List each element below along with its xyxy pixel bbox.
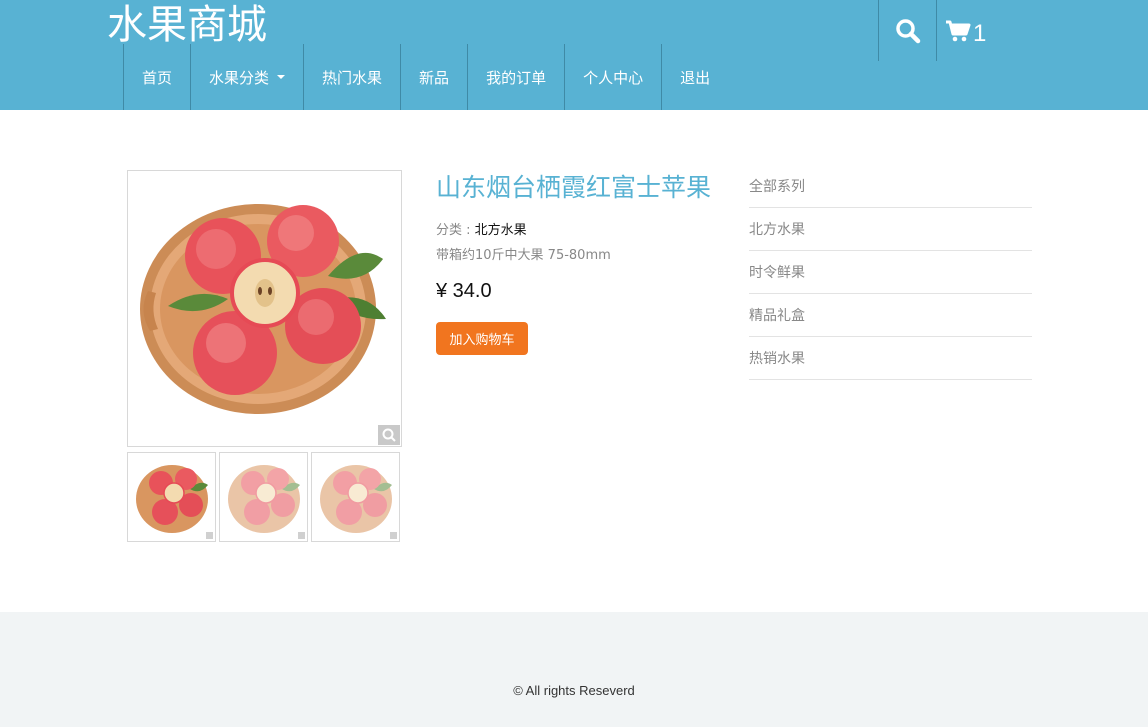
search-button[interactable] bbox=[878, 0, 936, 61]
thumbnail-strip bbox=[127, 452, 400, 542]
site-footer: © All rights Reseverd bbox=[0, 612, 1148, 727]
product-category: 分类 : 北方水果 bbox=[436, 219, 527, 238]
cart-icon bbox=[946, 20, 971, 41]
zoom-icon bbox=[382, 428, 396, 442]
nav-item-label: 新品 bbox=[419, 68, 450, 87]
site-header: 水果商城 1 首页 水果分类 热门水果 新品 我的订单 个人中心 退出 bbox=[0, 0, 1148, 110]
product-price: ¥ 34.0 bbox=[436, 280, 492, 302]
product-title: 山东烟台栖霞红富士苹果 bbox=[436, 173, 712, 202]
nav-item-profile[interactable]: 个人中心 bbox=[564, 44, 661, 110]
category-label: 分类 : bbox=[436, 223, 475, 238]
thumbnail-badge bbox=[206, 532, 213, 539]
add-to-cart-button[interactable]: 加入购物车 bbox=[436, 322, 528, 355]
nav-item-label: 个人中心 bbox=[583, 68, 644, 87]
header-icons: 1 bbox=[878, 0, 996, 61]
sidebar-item-all[interactable]: 全部系列 bbox=[749, 165, 1032, 208]
zoom-button[interactable] bbox=[378, 425, 400, 445]
thumbnail-3[interactable] bbox=[311, 452, 400, 542]
sidebar-item-best-selling[interactable]: 热销水果 bbox=[749, 337, 1032, 380]
nav-item-label: 首页 bbox=[142, 68, 173, 87]
sidebar-item-gift-box[interactable]: 精品礼盒 bbox=[749, 294, 1032, 337]
nav-item-categories[interactable]: 水果分类 bbox=[190, 44, 303, 110]
nav-item-label: 我的订单 bbox=[486, 68, 547, 87]
thumbnail-2[interactable] bbox=[219, 452, 308, 542]
thumbnail-1[interactable] bbox=[127, 452, 216, 542]
apple-thumbnail-image bbox=[320, 465, 392, 533]
cart-button[interactable]: 1 bbox=[936, 0, 996, 61]
cart-count: 1 bbox=[973, 19, 987, 47]
main-nav: 首页 水果分类 热门水果 新品 我的订单 个人中心 退出 bbox=[123, 44, 728, 110]
nav-item-new[interactable]: 新品 bbox=[400, 44, 467, 110]
category-sidebar: 全部系列 北方水果 时令鲜果 精品礼盒 热销水果 bbox=[749, 165, 1032, 380]
nav-item-hot[interactable]: 热门水果 bbox=[303, 44, 400, 110]
nav-item-home[interactable]: 首页 bbox=[123, 44, 190, 110]
thumbnail-badge bbox=[390, 532, 397, 539]
nav-item-label: 水果分类 bbox=[209, 68, 270, 87]
sidebar-item-seasonal[interactable]: 时令鲜果 bbox=[749, 251, 1032, 294]
search-icon bbox=[895, 18, 920, 43]
sidebar-item-northern[interactable]: 北方水果 bbox=[749, 208, 1032, 251]
copyright-text: © All rights Reseverd bbox=[513, 683, 635, 698]
product-description: 带箱约10斤中大果 75-80mm bbox=[436, 248, 611, 263]
caret-down-icon bbox=[277, 75, 286, 79]
apple-basket-image bbox=[140, 204, 386, 414]
thumbnail-badge bbox=[298, 532, 305, 539]
nav-item-logout[interactable]: 退出 bbox=[661, 44, 728, 110]
apple-thumbnail-image bbox=[136, 465, 208, 533]
product-main-image[interactable] bbox=[127, 170, 402, 447]
nav-item-label: 热门水果 bbox=[322, 68, 383, 87]
brand-logo[interactable]: 水果商城 bbox=[107, 0, 267, 50]
category-value[interactable]: 北方水果 bbox=[475, 223, 527, 238]
nav-item-label: 退出 bbox=[680, 68, 711, 87]
nav-item-orders[interactable]: 我的订单 bbox=[467, 44, 564, 110]
apple-thumbnail-image bbox=[228, 465, 300, 533]
